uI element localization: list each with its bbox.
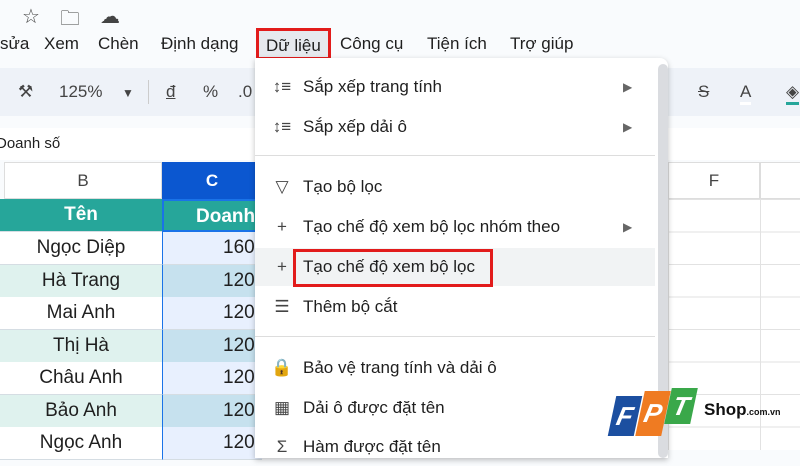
- filter-icon: ▽: [275, 177, 289, 196]
- name-cell[interactable]: Thị Hà: [0, 329, 162, 363]
- menu-item[interactable]: ↕≡ Sắp xếp trang tính ▶: [255, 68, 655, 106]
- name-cell[interactable]: Mai Anh: [0, 297, 162, 330]
- name-cell[interactable]: Hà Trang: [0, 264, 162, 298]
- name-cell[interactable]: Ngọc Diệp: [0, 232, 162, 265]
- star-icon[interactable]: ☆: [22, 4, 40, 29]
- submenu-arrow-icon: ▶: [623, 80, 633, 94]
- column-header-c[interactable]: C: [162, 162, 262, 199]
- name-cell[interactable]: Ngọc Anh: [0, 427, 162, 460]
- plus-icon: +: [277, 257, 287, 276]
- percent-button[interactable]: %: [203, 82, 218, 102]
- menu-item[interactable]: ☰ Thêm bộ cắt: [255, 288, 655, 326]
- menu-item[interactable]: + Tạo chế độ xem bộ lọc nhóm theo ▶: [255, 208, 655, 246]
- menu-divider: [255, 336, 655, 337]
- menu-view[interactable]: Xem: [44, 34, 79, 54]
- menu-item-label: Dải ô được đặt tên: [303, 398, 445, 417]
- column-header-f[interactable]: F: [668, 162, 760, 199]
- sales-cell[interactable]: 120: [162, 264, 262, 298]
- menu-tools[interactable]: Công cụ: [340, 34, 403, 54]
- cloud-saved-icon: ☁: [100, 6, 120, 28]
- menu-divider: [255, 155, 655, 156]
- menu-item[interactable]: Σ Hàm được đặt tên: [255, 428, 655, 466]
- named-range-icon: ▦: [273, 398, 291, 417]
- sort-icon: ↕≡: [272, 77, 292, 96]
- plus-icon: +: [277, 217, 287, 236]
- fill-color-icon[interactable]: ◈: [786, 82, 800, 105]
- submenu-arrow-icon: ▶: [623, 120, 633, 134]
- menu-item-label: Thêm bộ cắt: [303, 297, 398, 316]
- menu-item[interactable]: 🔒 Bảo vệ trang tính và dải ô: [255, 349, 655, 387]
- slicer-icon: ☰: [274, 297, 290, 316]
- submenu-arrow-icon: ▶: [623, 220, 633, 234]
- menu-help[interactable]: Trợ giúp: [510, 34, 573, 54]
- sales-cell[interactable]: 160: [162, 232, 262, 265]
- strikethrough-icon[interactable]: S: [698, 82, 709, 102]
- menu-item[interactable]: ▦ Dải ô được đặt tên: [255, 389, 655, 427]
- header-cell-name[interactable]: Tên: [0, 199, 162, 232]
- sales-cell[interactable]: 120: [162, 297, 262, 330]
- menu-item-label: Bảo vệ trang tính và dải ô: [303, 358, 497, 377]
- sales-cell[interactable]: 120: [162, 329, 262, 363]
- menu-item-label: Sắp xếp dải ô: [303, 117, 407, 136]
- formula-value: Doanh số: [0, 135, 61, 152]
- text-color-button[interactable]: A: [740, 82, 752, 105]
- menu-item[interactable]: ▽ Tạo bộ lọc: [255, 168, 655, 206]
- zoom-select[interactable]: 125%: [59, 82, 102, 102]
- menu-item[interactable]: ↕≡ Sắp xếp dải ô ▶: [255, 108, 655, 146]
- currency-button[interactable]: đ: [166, 82, 175, 102]
- menu-item-label: Tạo bộ lọc: [303, 177, 383, 196]
- column-header-g[interactable]: [760, 162, 800, 199]
- menu-insert[interactable]: Chèn: [98, 34, 139, 54]
- sales-cell[interactable]: 120: [162, 427, 262, 460]
- menu-format[interactable]: Định dạng: [161, 34, 239, 54]
- paint-format-icon[interactable]: ⚒: [18, 82, 33, 102]
- menu-data[interactable]: Dữ liệu: [256, 28, 331, 60]
- decimal-button[interactable]: .0: [238, 82, 252, 102]
- menu-extensions[interactable]: Tiện ích: [427, 34, 487, 54]
- menu-item-label: Hàm được đặt tên: [303, 437, 441, 456]
- lock-icon: 🔒: [271, 358, 293, 377]
- sales-cell[interactable]: 120: [162, 394, 262, 428]
- menu-item-label: Sắp xếp trang tính: [303, 77, 442, 96]
- header-cell-sales[interactable]: Doanh: [162, 199, 262, 232]
- move-to-folder-icon[interactable]: 🗀: [60, 4, 80, 38]
- sales-cell[interactable]: 120: [162, 362, 262, 395]
- chevron-down-icon[interactable]: ▼: [122, 86, 134, 100]
- name-cell[interactable]: Châu Anh: [0, 362, 162, 395]
- sigma-icon: Σ: [276, 437, 288, 456]
- column-header-b[interactable]: B: [4, 162, 162, 199]
- menu-edit[interactable]: sửa: [0, 34, 29, 54]
- highlight-box: [293, 249, 493, 287]
- name-cell[interactable]: Bảo Anh: [0, 394, 162, 428]
- menu-item-label: Tạo chế độ xem bộ lọc nhóm theo: [303, 217, 561, 236]
- sort-icon: ↕≡: [272, 117, 292, 136]
